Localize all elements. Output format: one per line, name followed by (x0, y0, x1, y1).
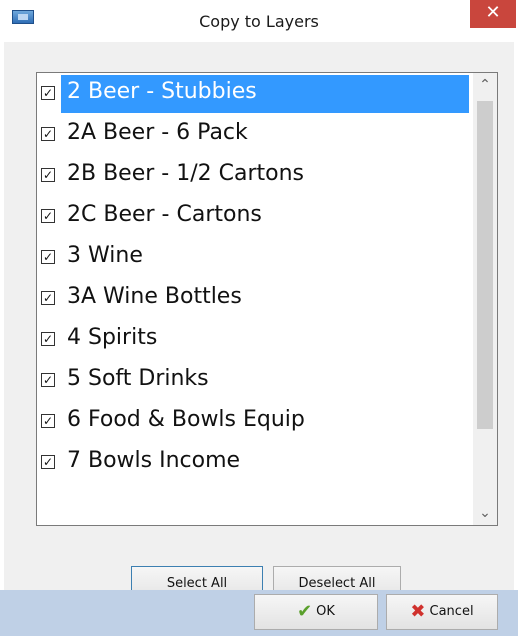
list-items: ✓ 2 Beer - Stubbies ✓ 2A Beer - 6 Pack ✓ 2B B… (37, 73, 473, 525)
dialog-window: Copy to Layers ✕ ✓ 2 Beer - Stubbies ✓ 2A B… (0, 0, 518, 636)
scroll-up-button[interactable]: ⌃ (473, 73, 497, 97)
item-checkbox[interactable]: ✓ (41, 291, 55, 305)
list-item[interactable]: ✓ 7 Bowls Income (37, 444, 473, 482)
ok-label: OK (316, 604, 335, 619)
chevron-up-icon: ⌃ (479, 77, 491, 93)
list-item[interactable]: ✓ 4 Spirits (37, 321, 473, 359)
list-item[interactable]: ✓ 2 Beer - Stubbies (37, 75, 473, 113)
x-icon: ✖ (410, 601, 426, 622)
item-checkbox[interactable]: ✓ (41, 455, 55, 469)
item-label: 7 Bowls Income (67, 448, 241, 473)
item-checkbox[interactable]: ✓ (41, 168, 55, 182)
item-checkbox[interactable]: ✓ (41, 209, 55, 223)
list-item[interactable]: ✓ 3A Wine Bottles (37, 280, 473, 318)
list-item[interactable]: ✓ 2C Beer - Cartons (37, 198, 473, 236)
item-checkbox[interactable]: ✓ (41, 373, 55, 387)
list-item[interactable]: ✓ 2A Beer - 6 Pack (37, 116, 473, 154)
item-checkbox[interactable]: ✓ (41, 86, 55, 100)
check-icon: ✔ (297, 601, 313, 622)
ok-button[interactable]: ✔ OK (254, 594, 378, 630)
item-label: 5 Soft Drinks (67, 366, 209, 391)
layers-listbox[interactable]: ✓ 2 Beer - Stubbies ✓ 2A Beer - 6 Pack ✓ 2B B… (36, 72, 498, 526)
item-label: 2A Beer - 6 Pack (67, 120, 248, 145)
item-label: 6 Food & Bowls Equip (67, 407, 305, 432)
item-label: 4 Spirits (67, 325, 158, 350)
list-item[interactable]: ✓ 2B Beer - 1/2 Cartons (37, 157, 473, 195)
item-checkbox[interactable]: ✓ (41, 250, 55, 264)
cancel-label: Cancel (429, 604, 474, 619)
list-item[interactable]: ✓ 6 Food & Bowls Equip (37, 403, 473, 441)
item-checkbox[interactable]: ✓ (41, 414, 55, 428)
chevron-down-icon: ⌄ (479, 505, 491, 521)
item-label: 2 Beer - Stubbies (67, 79, 257, 104)
vertical-scrollbar[interactable]: ⌃ ⌄ (473, 73, 497, 525)
item-label: 3A Wine Bottles (67, 284, 242, 309)
dialog-footer: ✔ OK ✖ Cancel (0, 590, 518, 636)
scroll-thumb[interactable] (477, 101, 493, 429)
list-item[interactable]: ✓ 5 Soft Drinks (37, 362, 473, 400)
list-item[interactable]: ✓ 3 Wine (37, 239, 473, 277)
close-button[interactable]: ✕ (470, 0, 516, 28)
item-label: 3 Wine (67, 243, 143, 268)
cancel-button[interactable]: ✖ Cancel (386, 594, 498, 630)
item-checkbox[interactable]: ✓ (41, 332, 55, 346)
dialog-title: Copy to Layers (199, 12, 319, 31)
item-label: 2C Beer - Cartons (67, 202, 262, 227)
dialog-body: ✓ 2 Beer - Stubbies ✓ 2A Beer - 6 Pack ✓ 2B B… (4, 42, 514, 602)
item-checkbox[interactable]: ✓ (41, 127, 55, 141)
close-icon: ✕ (485, 2, 501, 23)
scroll-down-button[interactable]: ⌄ (473, 501, 497, 525)
title-bar: Copy to Layers ✕ (0, 0, 518, 42)
item-label: 2B Beer - 1/2 Cartons (67, 161, 304, 186)
